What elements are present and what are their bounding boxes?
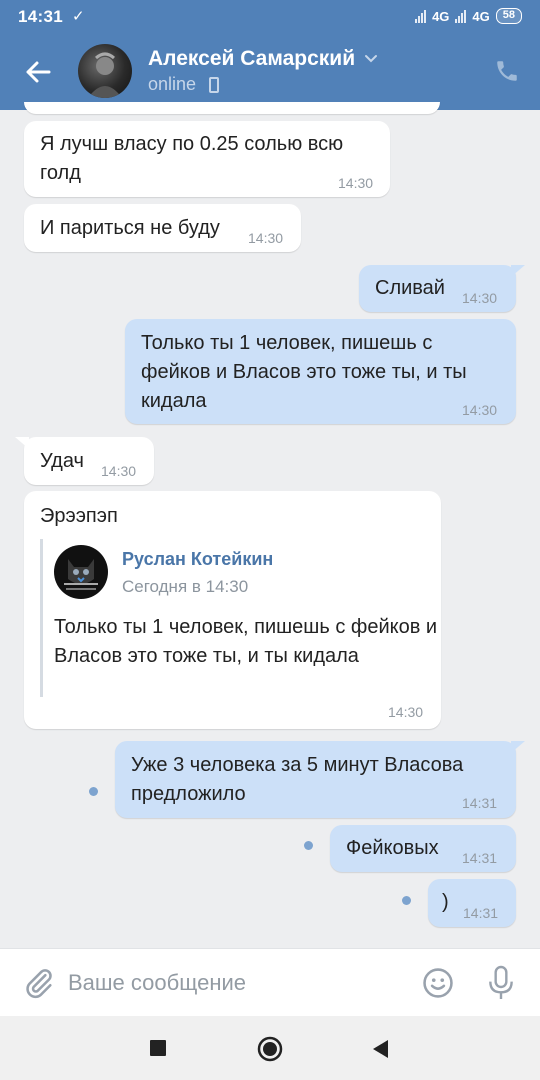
nav-back-icon[interactable] bbox=[371, 1039, 389, 1059]
message-time: 14:31 bbox=[463, 905, 499, 921]
network-label-1: 4G bbox=[432, 8, 450, 24]
status-bar: 14:31 ✓ 4G 4G 58 bbox=[0, 0, 540, 34]
message-time: 14:30 bbox=[338, 175, 374, 191]
message-input[interactable] bbox=[68, 967, 398, 999]
forwarded-indicator-bar bbox=[40, 539, 43, 697]
emoji-icon[interactable] bbox=[421, 966, 455, 1000]
chevron-down-icon[interactable] bbox=[364, 54, 378, 64]
message-text: Эрээпэп bbox=[40, 505, 118, 527]
message-bubble-outgoing[interactable]: Фейковых 14:31 bbox=[330, 825, 516, 872]
message-time: 14:31 bbox=[462, 850, 498, 866]
message-bubble-incoming[interactable]: И париться не буду 14:30 bbox=[24, 204, 301, 252]
system-navigation-bar bbox=[0, 1016, 540, 1080]
phone-icon[interactable] bbox=[494, 58, 520, 84]
message-bubble-outgoing[interactable]: Уже 3 человека за 5 минут Власова предло… bbox=[115, 741, 525, 818]
message-text: Только ты 1 человек, пишешь с фейков и В… bbox=[141, 332, 467, 412]
status-indicators: 4G 4G 58 bbox=[415, 8, 522, 24]
nav-home-icon[interactable] bbox=[257, 1036, 283, 1062]
message-time: 14:30 bbox=[388, 704, 424, 720]
message-composer bbox=[0, 948, 540, 1016]
microphone-icon[interactable] bbox=[485, 964, 517, 1002]
battery-icon: 58 bbox=[495, 8, 522, 24]
message-bubble-outgoing[interactable]: ) 14:31 bbox=[428, 879, 516, 927]
status-time: 14:31 bbox=[18, 7, 63, 26]
nav-recents-icon[interactable] bbox=[149, 1039, 167, 1057]
message-time: 14:31 bbox=[462, 795, 498, 811]
back-arrow-icon[interactable] bbox=[20, 54, 56, 90]
unread-indicator bbox=[402, 896, 411, 905]
forwarded-author-name[interactable]: Руслан Котейкин bbox=[122, 548, 273, 570]
unread-indicator bbox=[304, 841, 313, 850]
signal-icon bbox=[415, 9, 427, 23]
message-bubble-incoming[interactable]: Удач 14:30 bbox=[15, 437, 154, 485]
signal-icon bbox=[455, 9, 467, 23]
forwarded-author-avatar[interactable] bbox=[54, 545, 108, 599]
bubble-tail bbox=[511, 265, 525, 277]
forwarded-date: Сегодня в 14:30 bbox=[122, 577, 249, 596]
network-label-2: 4G bbox=[472, 8, 490, 24]
message-bubble-incoming[interactable]: Я лучш власу по 0.25 солью всю голд 14:3… bbox=[24, 121, 390, 197]
paperclip-icon[interactable] bbox=[22, 966, 56, 1000]
presence-status: online bbox=[148, 74, 197, 94]
message-time: 14:30 bbox=[462, 290, 498, 306]
message-time: 14:30 bbox=[462, 402, 498, 418]
message-text: Удач bbox=[40, 450, 84, 472]
avatar[interactable] bbox=[78, 44, 132, 98]
chat-header: 14:31 ✓ 4G 4G 58 Алексей Самарский onlin… bbox=[0, 0, 540, 110]
bubble-tail bbox=[15, 437, 29, 449]
message-text: Уже 3 человека за 5 минут Власова предло… bbox=[131, 754, 464, 805]
unread-indicator bbox=[89, 787, 98, 796]
contact-name[interactable]: Алексей Самарский bbox=[148, 47, 355, 71]
message-time: 14:30 bbox=[248, 230, 284, 246]
message-text: Фейковых bbox=[346, 837, 439, 859]
mobile-device-icon bbox=[209, 77, 219, 93]
forwarded-text: Только ты 1 человек, пишешь с фейков и В… bbox=[54, 616, 438, 667]
message-bubble-outgoing[interactable]: Только ты 1 человек, пишешь с фейков и В… bbox=[125, 319, 516, 424]
message-bubble-partial bbox=[24, 102, 440, 114]
message-text: ) bbox=[442, 891, 449, 913]
message-time: 14:30 bbox=[101, 463, 137, 479]
message-text: Сливай bbox=[375, 277, 445, 299]
message-bubble-outgoing[interactable]: Сливай 14:30 bbox=[359, 265, 525, 312]
message-text: И париться не буду bbox=[40, 217, 220, 239]
bubble-tail bbox=[511, 741, 525, 753]
check-icon: ✓ bbox=[72, 8, 85, 25]
message-text: Я лучш власу по 0.25 солью всю голд bbox=[40, 133, 344, 184]
message-bubble-incoming[interactable]: Эрээпэп Руслан Котейкин Сегодня в 14:30 … bbox=[24, 491, 441, 729]
